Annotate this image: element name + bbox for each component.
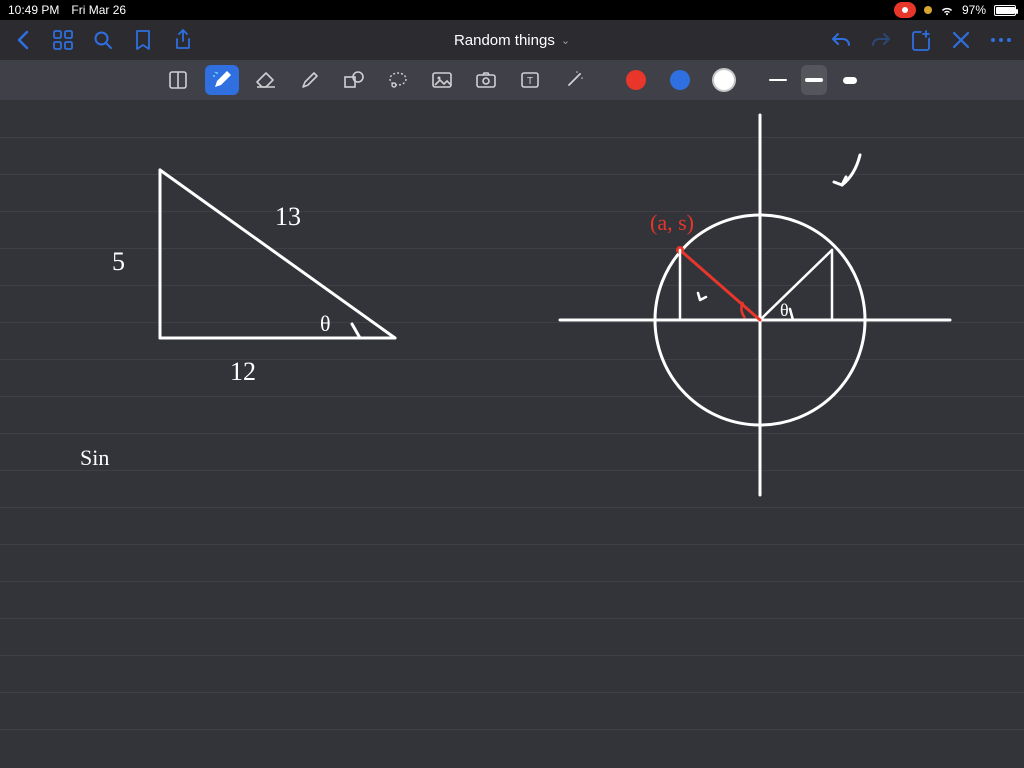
handwritten-content: 5 13 12 θ Sin <box>0 100 1024 768</box>
nav-bar: Random things ⌄ <box>0 20 1024 60</box>
tool-bar: T <box>0 60 1024 100</box>
color-blue[interactable] <box>663 65 697 95</box>
battery-icon <box>994 5 1016 16</box>
battery-percent: 97% <box>962 3 986 17</box>
eraser-tool[interactable] <box>249 65 283 95</box>
color-white[interactable] <box>707 65 741 95</box>
drawing-canvas[interactable]: 5 13 12 θ Sin <box>0 100 1024 768</box>
status-bar: 10:49 PM Fri Mar 26 97% <box>0 0 1024 20</box>
lasso-tool[interactable] <box>381 65 415 95</box>
shapes-tool[interactable] <box>337 65 371 95</box>
stroke-thick[interactable] <box>837 65 863 95</box>
back-button[interactable] <box>12 29 34 51</box>
highlighter-tool[interactable] <box>293 65 327 95</box>
magic-tool[interactable] <box>557 65 591 95</box>
wifi-icon <box>940 5 954 15</box>
close-button[interactable] <box>950 29 972 51</box>
label-sin: Sin <box>80 445 109 470</box>
undo-button[interactable] <box>830 29 852 51</box>
page-tool[interactable] <box>161 65 195 95</box>
grid-view-button[interactable] <box>52 29 74 51</box>
chevron-down-icon: ⌄ <box>561 34 570 47</box>
pen-tool[interactable] <box>205 65 239 95</box>
status-date: Fri Mar 26 <box>71 3 126 17</box>
color-red[interactable] <box>619 65 653 95</box>
document-title: Random things <box>454 32 555 49</box>
screen-record-indicator[interactable] <box>894 2 916 18</box>
bookmark-button[interactable] <box>132 29 154 51</box>
share-button[interactable] <box>172 29 194 51</box>
text-tool[interactable]: T <box>513 65 547 95</box>
document-title-dropdown[interactable]: Random things ⌄ <box>194 32 830 49</box>
image-tool[interactable] <box>425 65 459 95</box>
label-side-a: 5 <box>112 247 125 276</box>
add-page-button[interactable] <box>910 29 932 51</box>
redo-button[interactable] <box>870 29 892 51</box>
label-point: (a, s) <box>650 210 694 235</box>
label-side-b: 12 <box>230 357 256 386</box>
more-button[interactable] <box>990 29 1012 51</box>
mic-indicator-icon <box>924 6 932 14</box>
stroke-thin[interactable] <box>765 65 791 95</box>
svg-text:T: T <box>527 76 533 87</box>
camera-tool[interactable] <box>469 65 503 95</box>
label-circle-theta: θ <box>780 300 789 320</box>
status-time: 10:49 PM <box>8 3 59 17</box>
search-button[interactable] <box>92 29 114 51</box>
label-theta: θ <box>320 311 331 336</box>
stroke-medium[interactable] <box>801 65 827 95</box>
label-hypotenuse: 13 <box>275 202 301 231</box>
